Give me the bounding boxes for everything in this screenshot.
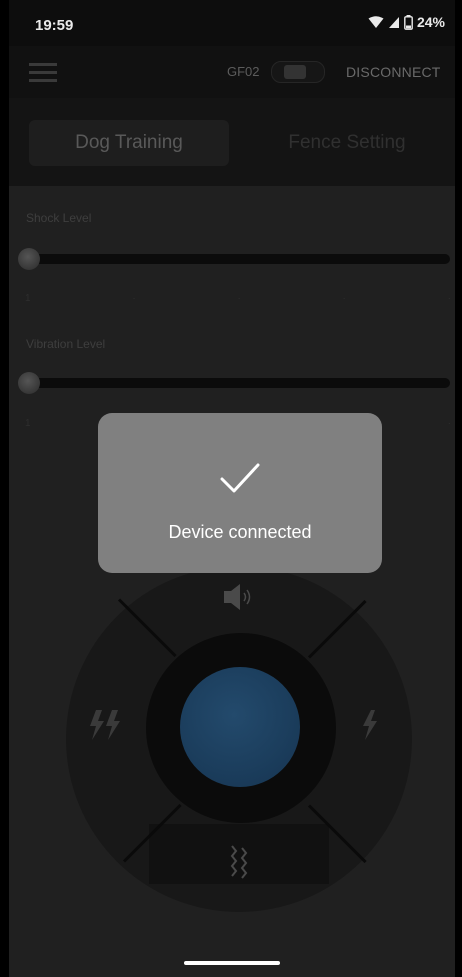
app-bar: GF02 DISCONNECT (9, 46, 455, 98)
action-button[interactable] (180, 667, 300, 787)
battery-percentage: 24% (416, 14, 445, 30)
checkmark-icon (220, 463, 260, 493)
hamburger-menu-icon (29, 63, 57, 82)
home-indicator[interactable] (184, 961, 280, 965)
shock-tick-3: · (237, 293, 241, 304)
disconnect-button[interactable]: DISCONNECT (346, 64, 441, 80)
shock-level-ticks: 1 · · · · (25, 293, 451, 304)
device-toggle[interactable] (271, 61, 325, 83)
shock-tick-5: · (447, 293, 451, 304)
speaker-icon[interactable] (222, 582, 256, 612)
vibration-level-track[interactable] (34, 378, 450, 388)
shock-tick-2: · (132, 293, 136, 304)
training-controls (9, 560, 455, 940)
lightning-icon[interactable] (357, 708, 383, 742)
vibration-icon[interactable] (226, 844, 252, 882)
toast-message: Device connected (168, 522, 312, 542)
status-time: 19:59 (35, 17, 74, 34)
menu-button[interactable] (29, 60, 59, 84)
vibration-tick-1: 1 (25, 418, 31, 429)
signal-icon (388, 16, 399, 28)
tab-dog-training[interactable]: Dog Training (29, 120, 229, 166)
vibration-level-thumb[interactable] (18, 372, 40, 394)
wifi-icon (368, 15, 384, 28)
double-lightning-icon[interactable] (86, 708, 126, 742)
shock-level-label: Shock Level (26, 211, 92, 225)
tab-fence-setting[interactable]: Fence Setting (247, 120, 447, 166)
shock-tick-1: 1 (25, 293, 31, 304)
battery-icon (404, 14, 413, 30)
shock-tick-4: · (342, 293, 346, 304)
status-icons: 24% (368, 14, 445, 30)
toast-notification: Device connected (98, 413, 382, 573)
tab-bar: Dog Training Fence Setting (9, 98, 455, 186)
shock-level-track[interactable] (34, 254, 450, 264)
device-toggle-knob (284, 65, 306, 79)
shock-level-thumb[interactable] (18, 248, 40, 270)
device-name: GF02 (227, 64, 260, 79)
app-screen: 19:59 24% GF02 DISCONNECT Dog Training F… (9, 0, 455, 977)
vibration-level-label: Vibration Level (26, 337, 106, 351)
vibration-tick-5: · (447, 418, 451, 429)
status-bar: 19:59 24% (9, 0, 455, 46)
